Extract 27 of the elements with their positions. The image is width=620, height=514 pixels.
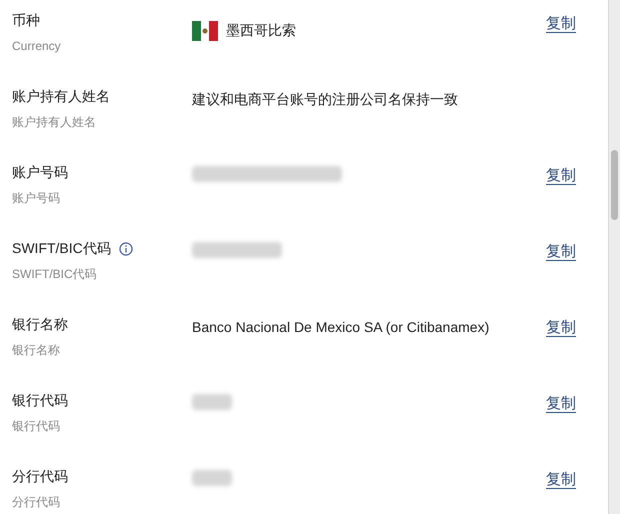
field-label: 账户持有人姓名 xyxy=(12,87,110,106)
info-icon[interactable] xyxy=(118,242,133,256)
field-label: 银行名称 xyxy=(12,315,68,334)
field-label: 币种 xyxy=(12,11,40,30)
copy-link[interactable]: 复制 xyxy=(546,167,576,184)
field-sublabel: 分行代码 xyxy=(12,494,61,511)
field-value: 建议和电商平台账号的注册公司名保持一致 xyxy=(192,91,458,107)
redacted-value xyxy=(192,470,232,486)
currency-value: 墨西哥比索 xyxy=(226,21,296,40)
field-sublabel: 银行名称 xyxy=(12,342,61,359)
field-sublabel: SWIFT/BIC代码 xyxy=(12,266,98,283)
redacted-value xyxy=(192,394,232,410)
field-sublabel: 账户持有人姓名 xyxy=(12,114,97,131)
field-label: SWIFT/BIC代码 xyxy=(12,239,111,258)
copy-link[interactable]: 复制 xyxy=(546,319,576,336)
mexico-flag-icon xyxy=(192,20,218,40)
copy-link[interactable]: 复制 xyxy=(546,471,576,488)
field-value: Banco Nacional De Mexico SA (or Citibanamex) xyxy=(192,319,490,335)
field-label: 账户号码 xyxy=(12,163,68,182)
field-sublabel: 银行代码 xyxy=(12,418,61,435)
field-sublabel: Currency xyxy=(12,38,62,55)
copy-link[interactable]: 复制 xyxy=(546,15,576,32)
copy-link[interactable]: 复制 xyxy=(546,243,576,260)
field-label: 分行代码 xyxy=(12,467,68,486)
copy-link[interactable]: 复制 xyxy=(546,395,576,412)
field-sublabel: 账户号码 xyxy=(12,190,61,207)
field-label: 银行代码 xyxy=(12,391,68,410)
